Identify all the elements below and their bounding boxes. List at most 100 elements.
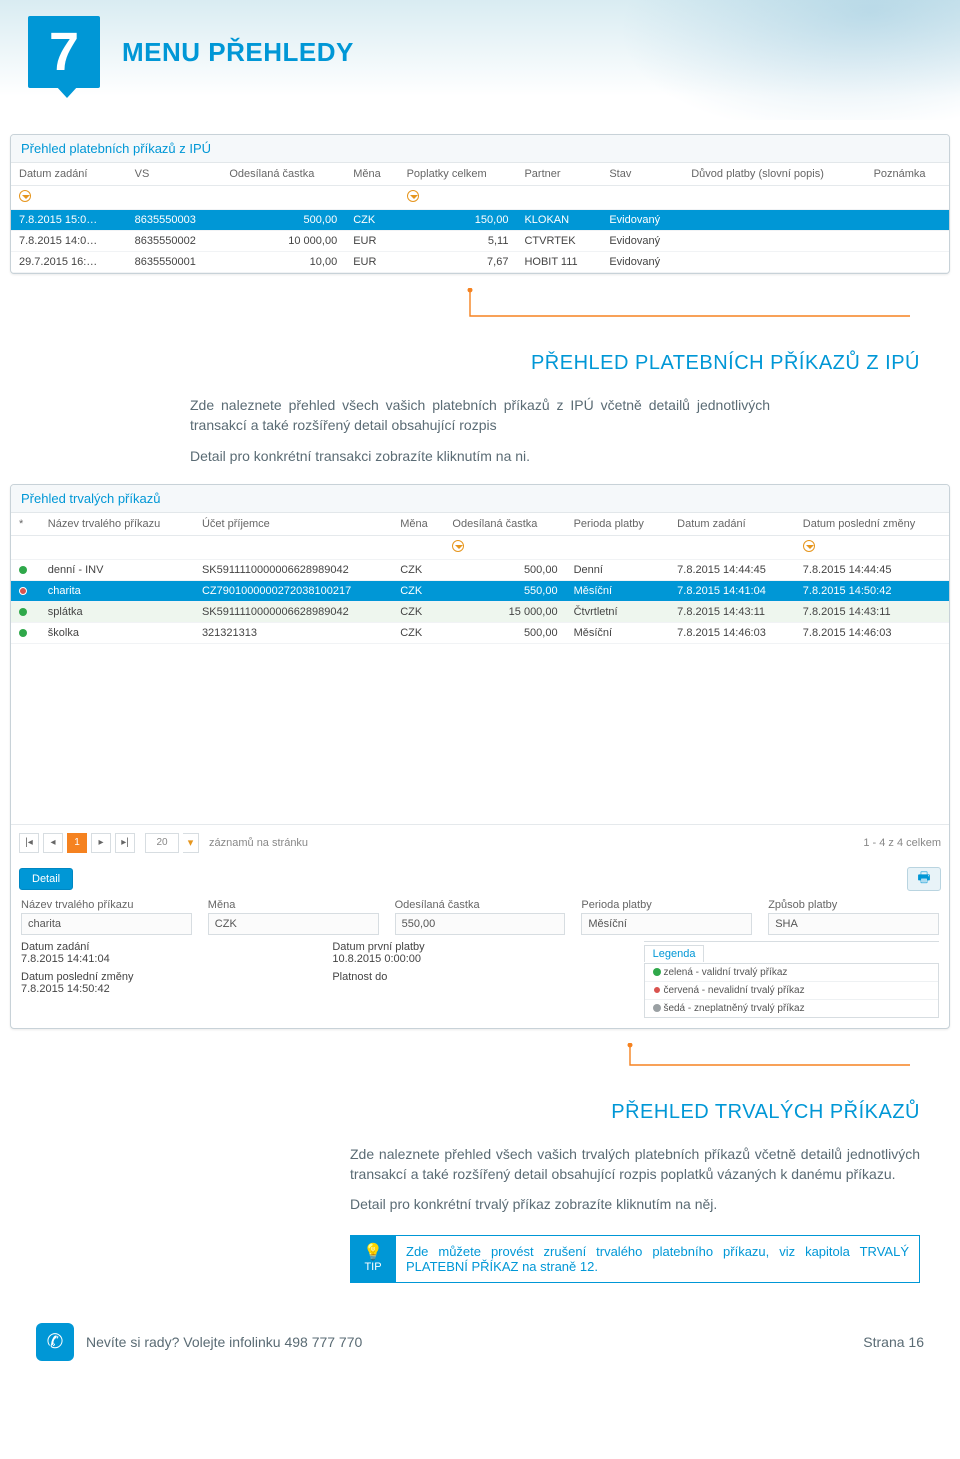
- table-cell: Evidovaný: [601, 210, 683, 231]
- filter-icon[interactable]: [452, 540, 464, 552]
- tip-box: 💡 TIP Zde můžete provést zrušení trvaléh…: [350, 1235, 920, 1283]
- field-label: Perioda platby: [581, 899, 752, 911]
- table-cell: Evidovaný: [601, 231, 683, 252]
- column-header[interactable]: Účet příjemce: [194, 513, 392, 536]
- table-cell: 8635550003: [127, 210, 222, 231]
- pager-first-button[interactable]: |◂: [19, 833, 39, 853]
- column-header[interactable]: *: [11, 513, 40, 536]
- column-header[interactable]: Partner: [516, 163, 601, 186]
- field-value: SHA: [768, 913, 939, 935]
- tip-badge: 💡 TIP: [350, 1235, 396, 1283]
- screenshot-ipu-orders: Přehled platebních příkazů z IPÚ Datum z…: [10, 134, 950, 274]
- column-header[interactable]: Měna: [345, 163, 398, 186]
- table-cell: [683, 231, 865, 252]
- legend-text: zelená - validní trvalý příkaz: [663, 967, 787, 978]
- table-row[interactable]: 7.8.2015 14:0…863555000210 000,00EUR5,11…: [11, 231, 949, 252]
- pager-next-button[interactable]: ▸: [91, 833, 111, 853]
- standing-orders-table: *Název trvalého příkazuÚčet příjemceMěna…: [11, 513, 949, 644]
- pager-last-button[interactable]: ▸|: [115, 833, 135, 853]
- field-value: 7.8.2015 14:50:42: [21, 983, 316, 995]
- table-cell: CZ7901000000272038100217: [194, 580, 392, 601]
- table-row[interactable]: 7.8.2015 15:0…8635550003500,00CZK150,00K…: [11, 210, 949, 231]
- table-cell: 10 000,00: [221, 231, 345, 252]
- column-header[interactable]: Perioda platby: [566, 513, 670, 536]
- table-cell: 500,00: [444, 622, 565, 643]
- table-cell: SK5911110000006628989042: [194, 559, 392, 580]
- column-header[interactable]: Měna: [392, 513, 444, 536]
- column-header[interactable]: Poznámka: [866, 163, 949, 186]
- page-size-dropdown-icon[interactable]: ▾: [183, 833, 199, 853]
- table-cell: 150,00: [399, 210, 517, 231]
- table-cell: KLOKAN: [516, 210, 601, 231]
- field-value: 550,00: [395, 913, 566, 935]
- screenshot-standing-orders: Přehled trvalých příkazů *Název trvalého…: [10, 484, 950, 1029]
- pager-prev-button[interactable]: ◂: [43, 833, 63, 853]
- table-row[interactable]: splátkaSK5911110000006628989042CZK15 000…: [11, 601, 949, 622]
- field-label: Datum zadání: [21, 941, 89, 953]
- status-dot-icon: [19, 629, 27, 637]
- table-cell: Čtvrtletní: [566, 601, 670, 622]
- table-cell: 7.8.2015 14:50:42: [795, 580, 949, 601]
- ipu-orders-table: Datum zadáníVSOdesílaná častkaMěnaPoplat…: [11, 163, 949, 273]
- column-header[interactable]: Stav: [601, 163, 683, 186]
- table-cell: 7.8.2015 15:0…: [11, 210, 127, 231]
- table-row[interactable]: školka321321313CZK500,00Měsíční7.8.2015 …: [11, 622, 949, 643]
- column-header[interactable]: Datum poslední změny: [795, 513, 949, 536]
- filter-icon[interactable]: [407, 190, 419, 202]
- table-cell: SK5911110000006628989042: [194, 601, 392, 622]
- field-label: Platnost do: [332, 971, 387, 983]
- column-header[interactable]: Název trvalého příkazu: [40, 513, 194, 536]
- footer-page-number: Strana 16: [863, 1334, 924, 1350]
- field-label: Název trvalého příkazu: [21, 899, 192, 911]
- field-label: Datum poslední změny: [21, 971, 134, 983]
- table-cell: EUR: [345, 231, 398, 252]
- table-cell: 8635550002: [127, 231, 222, 252]
- detail-button[interactable]: Detail: [19, 868, 73, 890]
- column-header[interactable]: Datum zadání: [11, 163, 127, 186]
- table-cell: 7.8.2015 14:46:03: [669, 622, 795, 643]
- column-header[interactable]: VS: [127, 163, 222, 186]
- table-cell: školka: [40, 622, 194, 643]
- filter-icon[interactable]: [19, 190, 31, 202]
- pager-current-page[interactable]: 1: [67, 833, 87, 853]
- column-header[interactable]: Odesílaná častka: [221, 163, 345, 186]
- section-text-ipu: Zde naleznete přehled všech vašich plate…: [0, 383, 960, 470]
- table-cell: 7.8.2015 14:46:03: [795, 622, 949, 643]
- table-cell: 7.8.2015 14:44:45: [795, 559, 949, 580]
- column-header[interactable]: Odesílaná častka: [444, 513, 565, 536]
- field-value: [332, 983, 627, 1005]
- lightbulb-icon: 💡: [363, 1245, 383, 1261]
- table-row[interactable]: 29.7.2015 16:…863555000110,00EUR7,67HOBI…: [11, 252, 949, 273]
- table-cell: 550,00: [444, 580, 565, 601]
- print-button[interactable]: 🖶: [907, 867, 941, 891]
- section-heading-ipu: PŘEHLED PLATEBNÍCH PŘÍKAZŮ Z IPÚ: [0, 334, 960, 383]
- table-cell: CTVRTEK: [516, 231, 601, 252]
- table-row[interactable]: denní - INVSK5911110000006628989042CZK50…: [11, 559, 949, 580]
- table-cell: CZK: [345, 210, 398, 231]
- column-header[interactable]: Důvod platby (slovní popis): [683, 163, 865, 186]
- paragraph: Zde naleznete přehled všech vašich plate…: [190, 395, 770, 436]
- table-cell: [866, 231, 949, 252]
- field-value: 7.8.2015 14:41:04: [21, 953, 316, 965]
- filter-icon[interactable]: [803, 540, 815, 552]
- tip-label: TIP: [364, 1261, 381, 1273]
- pager-bar: |◂ ◂ 1 ▸ ▸| 20▾ záznamů na stránku 1 - 4…: [11, 824, 949, 861]
- legend-dot-red-icon: [653, 986, 661, 994]
- status-cell: [11, 622, 40, 643]
- legend-title: Legenda: [644, 945, 705, 962]
- table-cell: CZK: [392, 601, 444, 622]
- record-count-label: 1 - 4 z 4 celkem: [863, 837, 941, 849]
- table-row[interactable]: charitaCZ7901000000272038100217CZK550,00…: [11, 580, 949, 601]
- column-header[interactable]: Datum zadání: [669, 513, 795, 536]
- chapter-arrow-icon: [56, 86, 78, 98]
- page-size-value[interactable]: 20: [145, 833, 179, 853]
- column-header[interactable]: Poplatky celkem: [399, 163, 517, 186]
- table-cell: denní - INV: [40, 559, 194, 580]
- printer-icon: 🖶: [917, 867, 930, 891]
- field-value: CZK: [208, 913, 379, 935]
- status-cell: [11, 559, 40, 580]
- status-dot-icon: [19, 608, 27, 616]
- table-cell: Měsíční: [566, 580, 670, 601]
- paragraph: Zde naleznete přehled všech vašich trval…: [350, 1144, 920, 1185]
- legend-box: Legenda zelená - validní trvalý příkaz č…: [644, 941, 939, 1018]
